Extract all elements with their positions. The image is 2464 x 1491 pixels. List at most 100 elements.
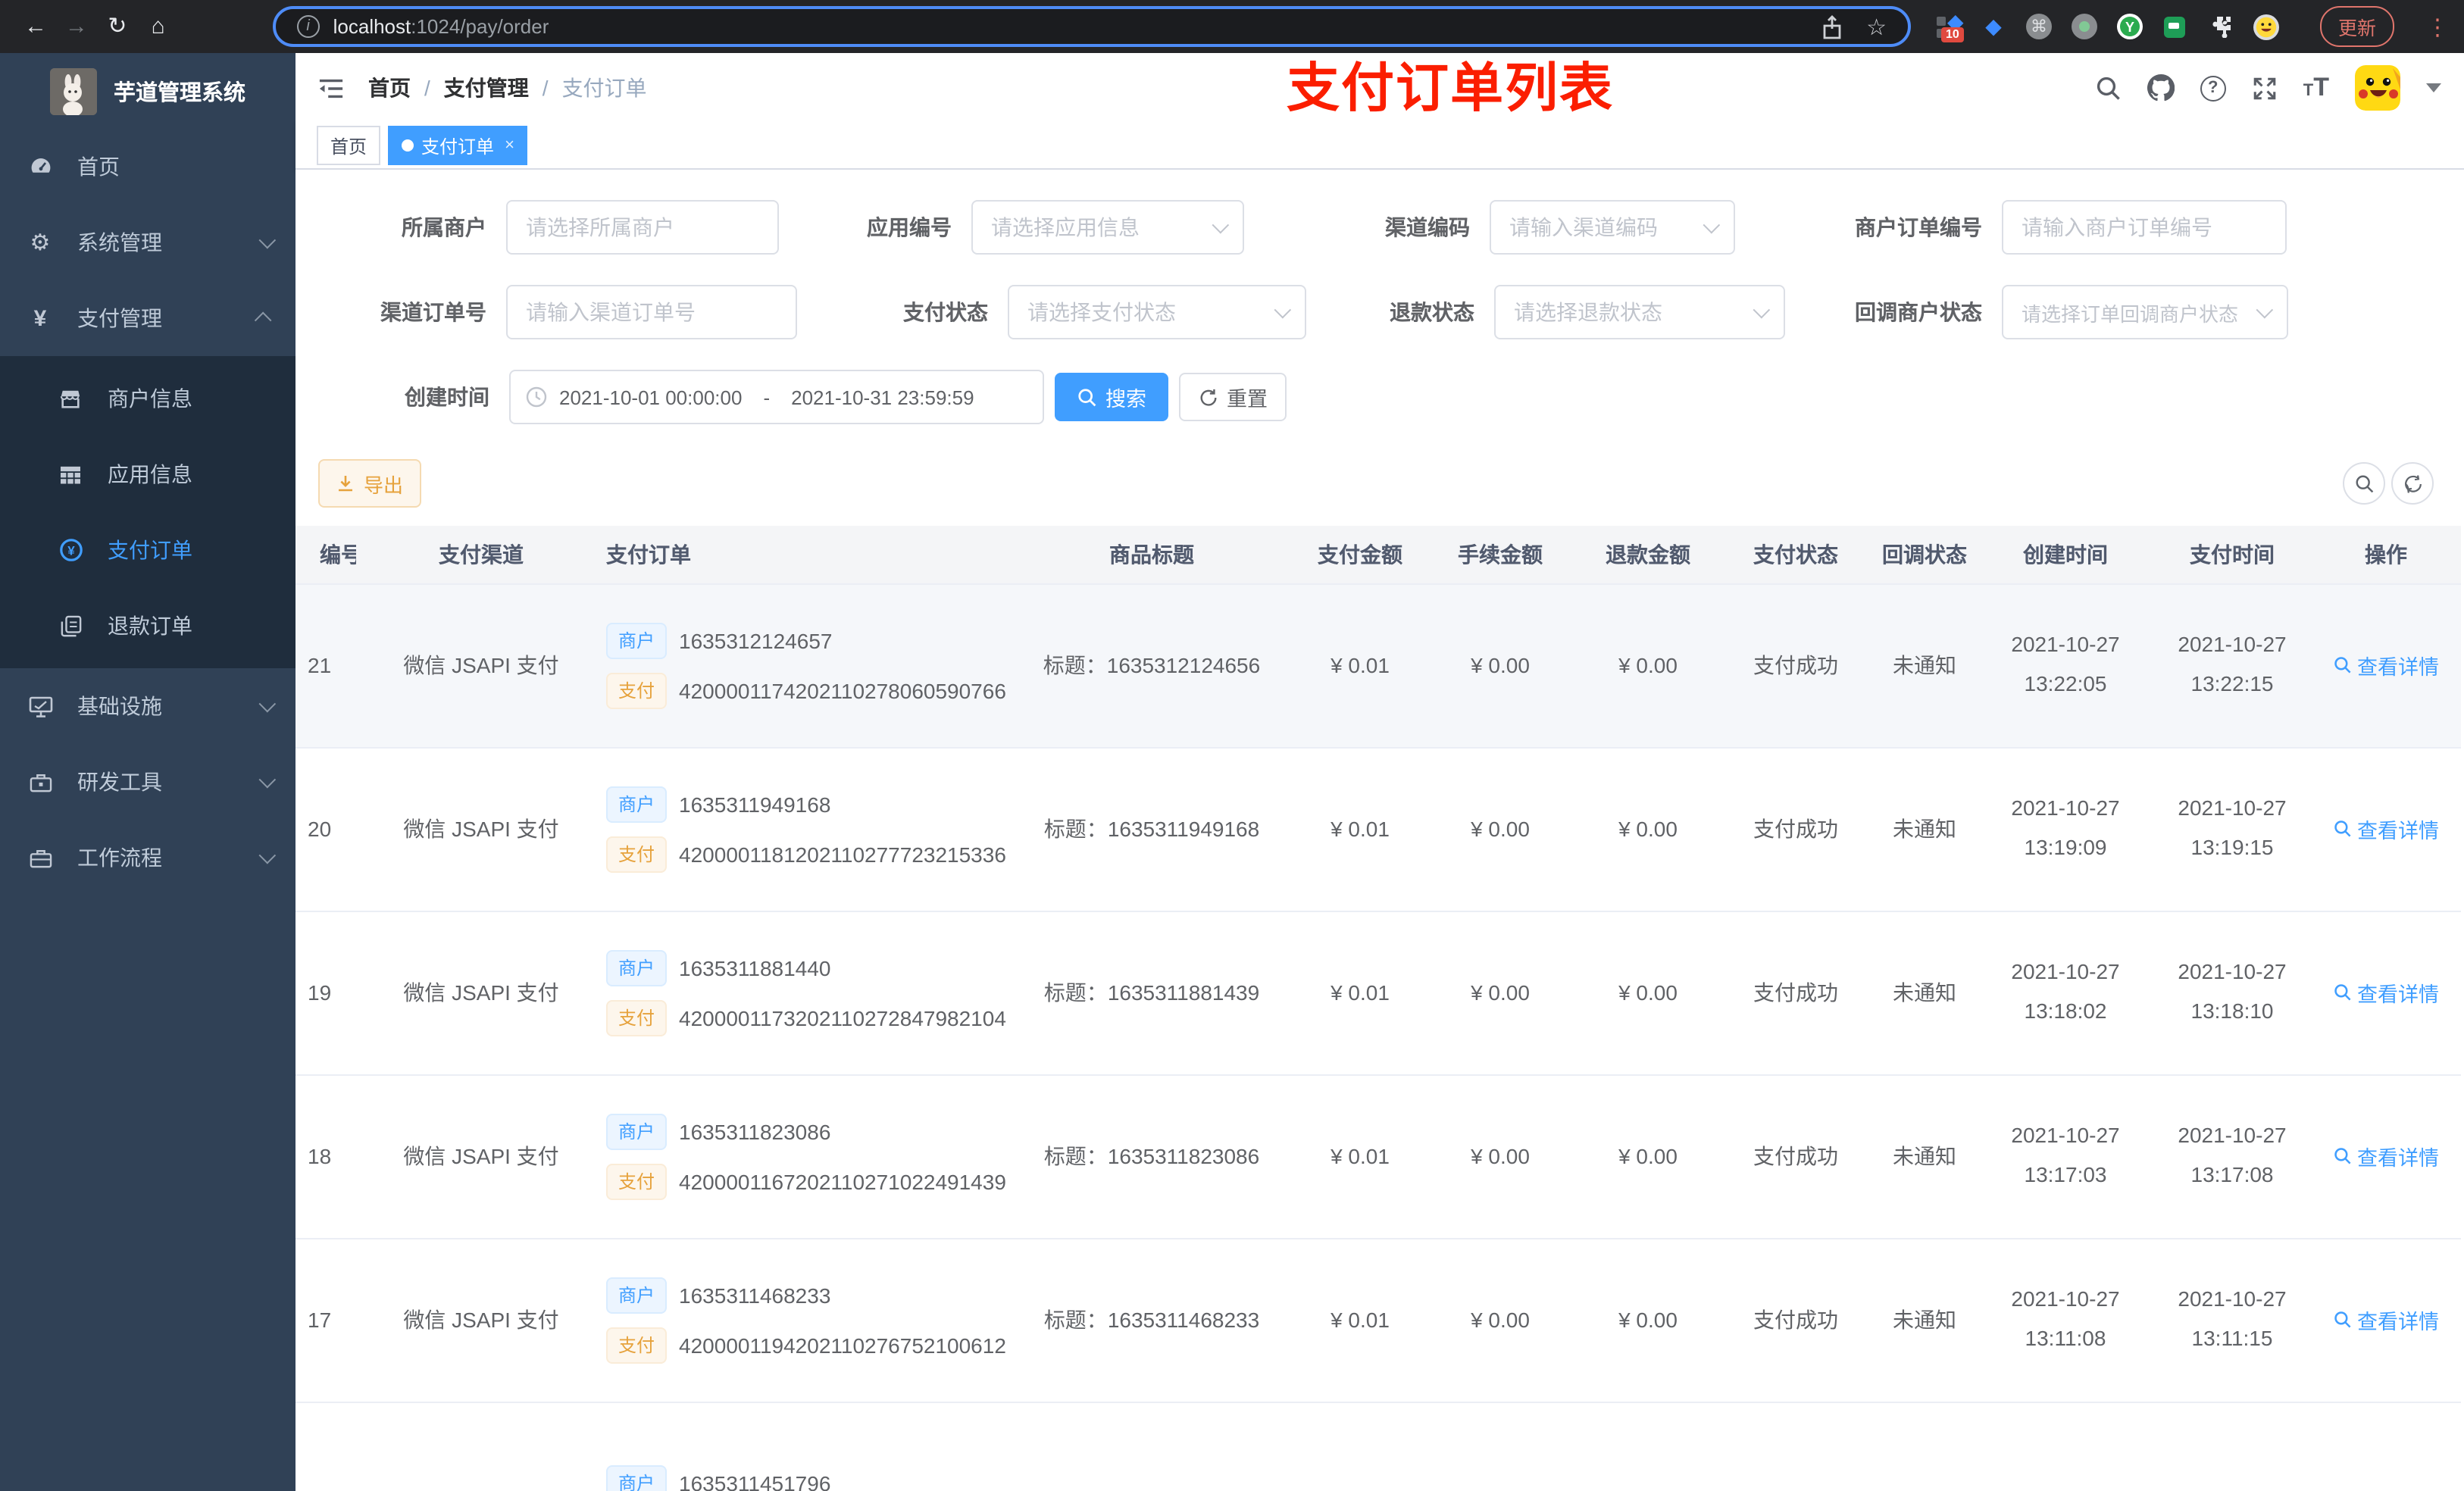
yen-circle-icon: ¥ [58, 538, 83, 562]
view-detail-link[interactable]: 查看详情 [2333, 1305, 2439, 1335]
puzzle-icon[interactable] [2208, 14, 2234, 39]
update-button[interactable]: 更新 [2319, 6, 2394, 47]
merchant-tag: 商户 [606, 949, 668, 986]
cell-id: 20 [295, 747, 356, 911]
cell-channel: 微信 JSAPI 支付 [356, 911, 606, 1075]
chevron-down-icon [1703, 216, 1721, 234]
cell-id: 17 [295, 1238, 356, 1402]
sidebar-item-pay[interactable]: ¥ 支付管理 [0, 280, 295, 356]
pay-tag: 支付 [606, 1163, 668, 1199]
refund-status-select[interactable]: 请选择退款状态 [1494, 285, 1785, 339]
chevron-down-icon[interactable] [2426, 83, 2441, 92]
home-icon[interactable]: ⌂ [138, 0, 179, 53]
close-icon[interactable]: × [505, 136, 514, 155]
search-icon[interactable] [2096, 75, 2122, 101]
extension-y-icon[interactable]: Y [2116, 14, 2143, 39]
sidebar-item-label: 支付管理 [77, 306, 162, 330]
export-button[interactable]: 导出 [318, 459, 421, 508]
bookmark-star-icon[interactable]: ☆ [1866, 13, 1887, 40]
reset-button[interactable]: 重置 [1179, 373, 1287, 421]
extension-dot-icon[interactable] [2071, 14, 2097, 39]
sidebar-item-label: 研发工具 [77, 770, 162, 794]
browser-menu-icon[interactable]: ⋮ [2426, 13, 2449, 40]
cell-create-time: 2021-10-27 13:19:09 [1978, 747, 2153, 911]
merchant-order-no-input[interactable]: 请输入商户订单编号 [2002, 200, 2287, 255]
address-bar[interactable]: i localhost:1024/pay/order ☆ [272, 6, 1911, 47]
tag-pay-order[interactable]: 支付订单 × [388, 126, 528, 165]
toggle-search-button[interactable] [2343, 462, 2385, 505]
breadcrumb: 首页 / 支付管理 / 支付订单 [368, 73, 647, 103]
app-filter-select[interactable]: 请选择应用信息 [971, 200, 1244, 255]
cell-notify: 未通知 [1871, 1074, 1978, 1239]
cell-create-time: 2021-10-27 13:18:02 [1978, 911, 2153, 1075]
cell-notify: 未通知 [1871, 911, 1978, 1075]
sidebar-item-label: 支付订单 [108, 538, 192, 562]
github-icon[interactable] [2147, 74, 2175, 102]
extension-gem-icon[interactable]: ◆ [1981, 14, 2006, 39]
sidebar-item-devtools[interactable]: 研发工具 [0, 744, 295, 820]
back-icon[interactable]: ← [15, 0, 56, 53]
sidebar-item-home[interactable]: 首页 [0, 129, 295, 205]
notify-status-select[interactable]: 请选择订单回调商户状态 [2002, 285, 2288, 339]
pay-status-select[interactable]: 请选择支付状态 [1008, 285, 1306, 339]
extension-chat-icon[interactable] [2164, 16, 2186, 37]
fullscreen-icon[interactable] [2252, 75, 2278, 101]
avatar[interactable] [2355, 65, 2400, 111]
cell-channel: 微信 JSAPI 支付 [356, 583, 606, 748]
cell-pay-time: 2021-10-27 13:19:15 [2153, 747, 2311, 911]
search-icon [2334, 984, 2350, 1001]
url-host: localhost [333, 15, 411, 38]
table-row: 18 微信 JSAPI 支付 商户 1635311823086 支付 4200001… [295, 1074, 2461, 1239]
cell-order: 商户 1635311823086 支付 4200001167202110271022… [606, 1075, 1008, 1236]
search-button[interactable]: 搜索 [1055, 373, 1168, 421]
create-time-range-input[interactable]: 2021-10-01 00:00:00 - 2021-10-31 23:59:5… [509, 370, 1044, 424]
search-icon [2334, 1148, 2350, 1164]
app-logo[interactable]: 芋道管理系统 [0, 53, 295, 129]
channel-order-no-input[interactable]: 请输入渠道订单号 [506, 285, 797, 339]
sidebar-item-refund[interactable]: 退款订单 [0, 588, 295, 664]
sidebar-item-order[interactable]: ¥ 支付订单 [0, 512, 295, 588]
cell-order: 商户 1635311451796 [606, 1402, 1008, 1491]
search-icon [2334, 821, 2350, 837]
briefcase-icon [27, 847, 53, 868]
sidebar-item-infra[interactable]: 基础设施 [0, 668, 295, 744]
share-icon[interactable] [1821, 14, 1842, 39]
refresh-table-button[interactable] [2391, 462, 2434, 505]
sidebar-item-merchant[interactable]: 商户信息 [0, 361, 295, 436]
channel-code-select[interactable]: 请输入渠道编码 [1490, 200, 1735, 255]
cell-amount: ¥ 0.01 [1296, 583, 1424, 748]
search-icon [1077, 388, 1096, 406]
document-copy-icon [58, 614, 83, 637]
filter-channel-code: 渠道编码 请输入渠道编码 [1273, 200, 1735, 255]
forward-icon[interactable]: → [56, 0, 97, 53]
chevron-up-icon [254, 311, 272, 330]
cell-notify: 未通知 [1871, 1238, 1978, 1402]
emoji-avatar-icon[interactable] [2253, 14, 2279, 39]
sidebar-item-workflow[interactable]: 工作流程 [0, 820, 295, 896]
view-detail-link[interactable]: 查看详情 [2333, 650, 2439, 680]
view-detail-link[interactable]: 查看详情 [2333, 1141, 2439, 1171]
extension-grid-icon[interactable]: ◆ 10 [1935, 9, 1964, 42]
view-detail-link[interactable]: 查看详情 [2333, 977, 2439, 1008]
tag-home[interactable]: 首页 [317, 126, 381, 165]
site-info-icon[interactable]: i [296, 15, 320, 38]
breadcrumb-home[interactable]: 首页 [368, 73, 411, 103]
sidebar-item-system[interactable]: ⚙ 系统管理 [0, 205, 295, 280]
cell-status: 支付成功 [1720, 1238, 1871, 1402]
page-content: 所属商户 请选择所属商户 应用编号 请选择应用信息 渠道编码 请输入渠道编码 商… [295, 170, 2464, 1491]
table-row: 17 微信 JSAPI 支付 商户 1635311468233 支付 4200001… [295, 1238, 2461, 1402]
reload-icon[interactable]: ↻ [97, 0, 138, 53]
cell-pay-time: 2021-10-27 13:11:15 [2153, 1238, 2311, 1402]
cell-order: 商户 1635311881440 支付 4200001173202110272847… [606, 911, 1008, 1073]
view-detail-link[interactable]: 查看详情 [2333, 814, 2439, 844]
merchant-filter-input[interactable]: 请选择所属商户 [506, 200, 779, 255]
pay-submenu: 商户信息 应用信息 ¥ 支付订单 退款订单 [0, 356, 295, 668]
sidebar-item-app[interactable]: 应用信息 [0, 436, 295, 512]
font-size-icon[interactable]: TT [2303, 73, 2329, 103]
hamburger-icon[interactable] [318, 77, 344, 99]
extension-command-icon[interactable]: ⌘ [2025, 14, 2052, 39]
extensions-area: ◆ 10 ◆ ⌘ Y 更新 ⋮ [1935, 6, 2449, 47]
help-icon[interactable]: ? [2200, 75, 2226, 101]
filter-pay-status: 支付状态 请选择支付状态 [791, 285, 1306, 339]
svg-text:¥: ¥ [67, 544, 74, 558]
